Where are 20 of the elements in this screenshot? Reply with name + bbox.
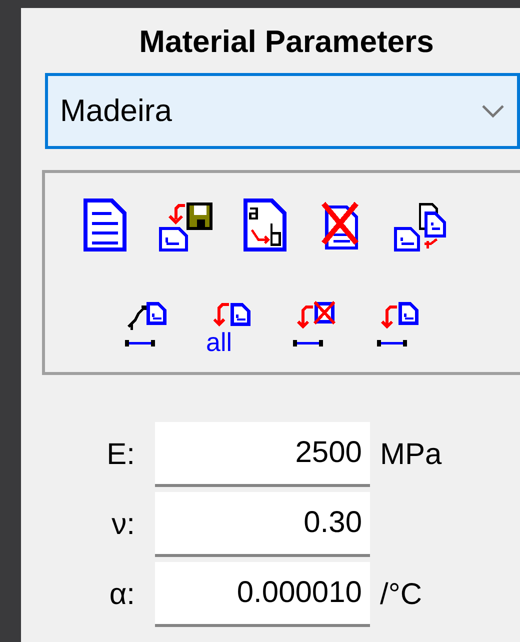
rename-button[interactable] [242,197,288,253]
document-icon [82,197,128,253]
chevron-icon [481,104,505,118]
value-field[interactable]: 0.000010 [155,562,370,627]
parameter-label: α: [108,578,136,612]
rename-document-icon [242,197,288,253]
new-button[interactable] [82,197,128,253]
import-button[interactable] [392,201,448,253]
panel-title: Material Parameters [138,24,435,60]
material-dropdown[interactable]: Madeira [45,73,520,149]
parameter-label: ν: [110,508,136,542]
save-button[interactable] [157,201,213,253]
unit-label: MPa [380,438,442,472]
unit-label: /°C [380,578,422,612]
assign-all-button[interactable]: all [206,298,252,353]
value-field[interactable]: 2500 [155,422,370,487]
save-to-document-icon [157,201,213,253]
parameter-label: E: [106,438,136,472]
value-field[interactable]: 0.30 [155,492,370,557]
copy-documents-icon [392,201,448,253]
